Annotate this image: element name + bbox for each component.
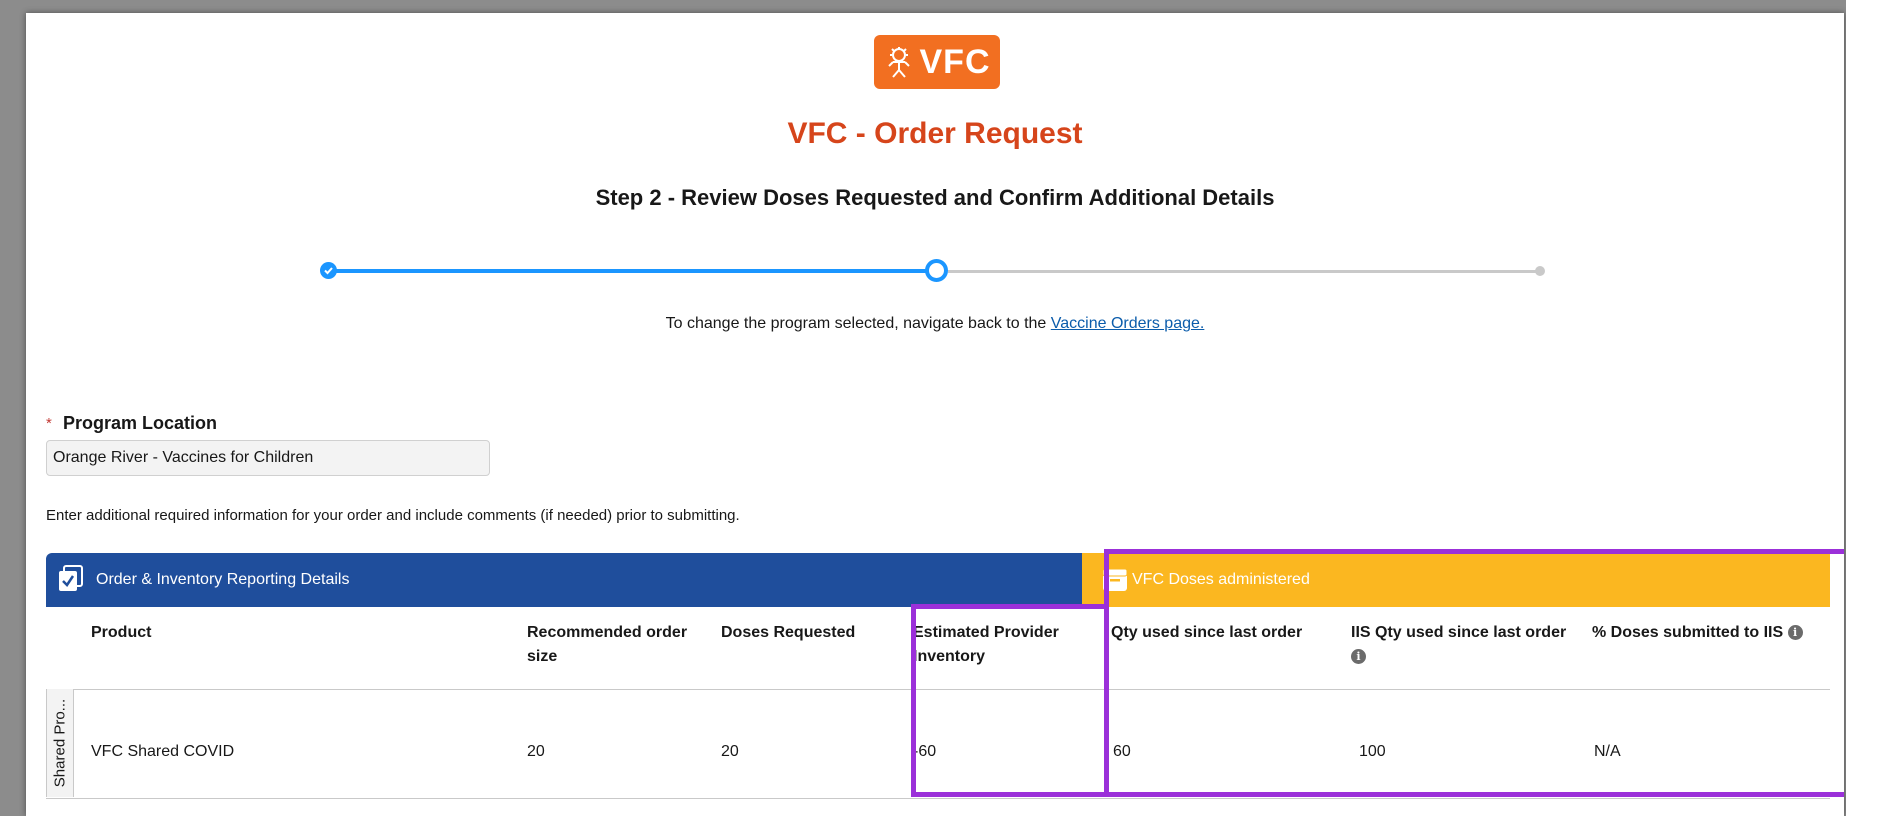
col-doses-requested-label: Doses Requested: [721, 624, 856, 641]
step-2-current[interactable]: [925, 259, 948, 282]
doses-administered-header: VFC Doses administered: [1082, 553, 1830, 607]
cell-doses-requested[interactable]: 20: [721, 743, 739, 761]
cell-pct-submitted: N/A: [1594, 743, 1621, 760]
right-gutter: [1846, 0, 1880, 816]
vfc-logo: VFC: [874, 35, 1000, 89]
row-group-text: Shared Pro...: [51, 698, 69, 788]
col-estimated-line1: Estimated Provider: [913, 624, 1059, 641]
progress-stepper: [320, 253, 1600, 283]
cell-recommended: 20: [527, 743, 545, 760]
info-icon[interactable]: i: [1787, 625, 1803, 641]
logo-text: VFC: [919, 42, 991, 81]
step-3-upcoming[interactable]: [1535, 266, 1545, 276]
stepper-progress-remaining: [948, 270, 1539, 273]
checkmark-icon: [324, 267, 333, 275]
order-table: Order & Inventory Reporting Details VFC …: [46, 549, 1844, 799]
change-program-note: To change the program selected, navigate…: [26, 315, 1844, 333]
info-icon[interactable]: i: [1351, 649, 1366, 665]
col-doses-requested[interactable]: Doses Requested: [721, 621, 855, 645]
table-row: [46, 689, 1830, 799]
cell-product: VFC Shared COVID: [91, 743, 235, 760]
col-estimated-inventory[interactable]: Estimated Provider Inventory: [913, 621, 1059, 669]
change-note-text: To change the program selected, navigate…: [665, 315, 1051, 332]
step-subtitle: Step 2 - Review Doses Requested and Conf…: [595, 185, 1275, 210]
cell-qty-used: 60: [1113, 743, 1131, 760]
col-iis-qty[interactable]: IIS Qty used since last order i: [1351, 621, 1566, 669]
col-estimated-line2: Inventory: [913, 648, 986, 665]
archive-box-icon: [1102, 565, 1128, 598]
col-pct-submitted[interactable]: % Doses submitted to IIS i: [1592, 621, 1803, 645]
col-pct-submitted-label: % Doses submitted to IIS: [1592, 624, 1784, 641]
program-location-label: Program Location: [63, 413, 218, 433]
doses-administered-title: VFC Doses administered: [1132, 571, 1310, 588]
row-group-label: Shared Pro...: [46, 689, 74, 797]
step-1-complete[interactable]: [320, 262, 337, 279]
order-inventory-header: Order & Inventory Reporting Details: [46, 553, 1082, 607]
checklist-icon: [58, 565, 84, 598]
col-recommended-order-size[interactable]: Recommended order size: [527, 621, 687, 669]
col-product[interactable]: Product: [91, 621, 151, 645]
col-iis-qty-label: IIS Qty used since last order: [1351, 624, 1567, 641]
vaccine-orders-link[interactable]: Vaccine Orders page.: [1051, 315, 1205, 332]
instructions-text: Enter additional required information fo…: [46, 507, 740, 524]
page-title: VFC - Order Request: [787, 117, 1083, 150]
program-location-field[interactable]: Orange River - Vaccines for Children: [46, 440, 490, 476]
col-recommended-line2: size: [527, 648, 558, 665]
col-recommended-line1: Recommended order: [527, 624, 688, 641]
col-qty-used-label: Qty used since last order: [1111, 624, 1303, 641]
stepper-progress-completed: [334, 269, 928, 273]
vfc-mascot-icon: [887, 47, 910, 78]
col-product-label: Product: [91, 624, 152, 641]
order-request-page: VFC VFC - Order Request Step 2 - Review …: [26, 13, 1844, 816]
required-marker: *: [46, 415, 52, 432]
cell-estimated-inventory: -60: [913, 743, 937, 760]
col-qty-used[interactable]: Qty used since last order: [1111, 621, 1302, 645]
cell-iis-qty: 100: [1359, 743, 1386, 760]
order-inventory-title: Order & Inventory Reporting Details: [96, 571, 350, 588]
